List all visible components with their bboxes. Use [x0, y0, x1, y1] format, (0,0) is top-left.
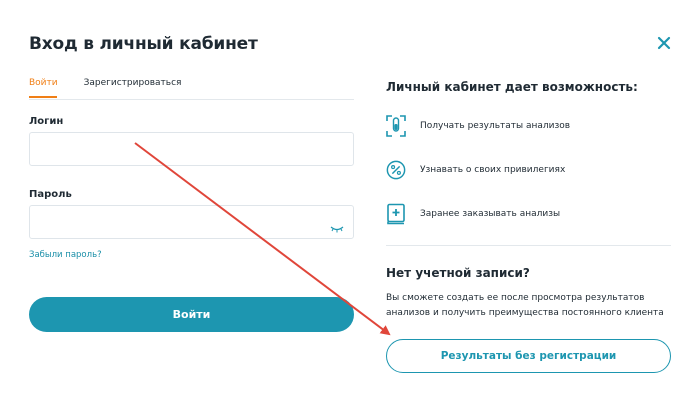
percent-icon	[386, 159, 406, 181]
password-input[interactable]	[29, 205, 354, 239]
test-tube-icon	[386, 115, 406, 137]
benefit-item: Получать результаты анализов	[386, 115, 570, 137]
modal-title: Вход в личный кабинет	[29, 34, 258, 54]
login-modal: Вход в личный кабинет Войти Зарегистриро…	[0, 0, 700, 416]
benefit-text: Заранее заказывать анализы	[420, 209, 561, 219]
close-icon[interactable]	[654, 33, 674, 53]
benefit-text: Узнавать о своих привилегиях	[420, 165, 566, 175]
tab-register[interactable]: Зарегистрироваться	[84, 78, 182, 88]
eye-closed-icon[interactable]	[330, 218, 344, 233]
tab-login[interactable]: Войти	[29, 78, 58, 88]
forgot-password-link[interactable]: Забыли пароль?	[29, 250, 102, 260]
results-without-registration-button[interactable]: Результаты без регистрации	[386, 339, 671, 373]
no-account-description: Вы сможете создать ее после просмотра ре…	[386, 293, 664, 318]
login-button[interactable]: Войти	[29, 297, 354, 332]
section-divider	[386, 245, 671, 246]
active-tab-indicator	[29, 96, 57, 98]
no-account-title: Нет учетной записи?	[386, 266, 530, 280]
login-input[interactable]	[29, 132, 354, 166]
benefit-text: Получать результаты анализов	[420, 121, 571, 131]
benefit-item: Узнавать о своих привилегиях	[386, 159, 565, 181]
benefits-title: Личный кабинет дает возможность:	[386, 80, 638, 94]
benefit-item: Заранее заказывать анализы	[386, 203, 560, 225]
login-label: Логин	[29, 116, 64, 127]
auth-tabs: Войти Зарегистрироваться	[29, 78, 207, 100]
medical-book-icon	[386, 203, 406, 225]
password-label: Пароль	[29, 189, 72, 200]
tabs-divider	[29, 99, 354, 100]
